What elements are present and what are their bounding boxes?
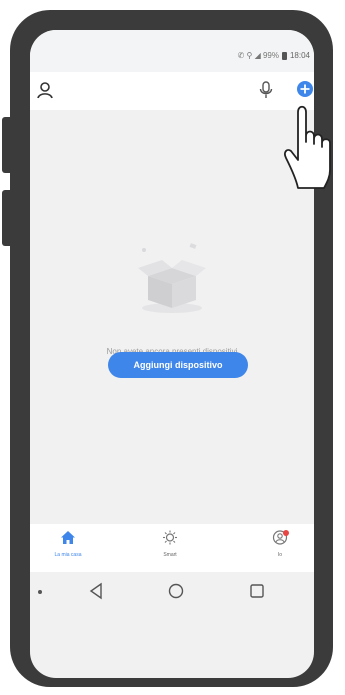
tab-profile-label: Io [277,552,283,558]
back-icon[interactable] [88,582,104,605]
bottom-tab-bar: La mia casa Smart Io [30,524,314,572]
add-device-button[interactable]: Aggiungi dispositivo [108,352,248,378]
home-icon [61,531,75,544]
tab-smart-label: Smart [163,552,177,558]
phone-screen: ✆ ⚲ ◢ 99% 18:04 Aggiungi dispositivo La … [30,30,314,678]
home-nav-icon[interactable] [167,582,185,605]
status-bar: ✆ ⚲ ◢ 99% 18:04 [30,30,314,72]
smart-sun-icon [163,530,177,545]
status-indicator-text: ✆ ⚲ ◢ 99% [237,51,279,60]
recent-apps-icon[interactable] [248,582,266,605]
status-indicators: ✆ ⚲ ◢ 99% 18:04 [238,51,310,60]
pointing-hand-icon [282,92,342,192]
tab-profile[interactable]: Io [250,530,310,558]
app-header [30,72,314,110]
empty-box-illustration [126,238,218,318]
user-icon[interactable] [36,81,54,104]
nav-dot-icon [38,590,42,594]
notification-badge [283,530,289,536]
status-time: 18:04 [289,51,310,60]
page: ✆ ⚲ ◢ 99% 18:04 Aggiungi dispositivo La … [0,0,345,695]
microphone-icon[interactable] [258,81,274,104]
tab-home-label: La mia casa [54,552,82,558]
tab-smart[interactable]: Smart [140,530,200,558]
android-nav-bar [30,572,314,612]
tab-home[interactable]: La mia casa [38,530,98,558]
battery-icon [281,51,287,60]
